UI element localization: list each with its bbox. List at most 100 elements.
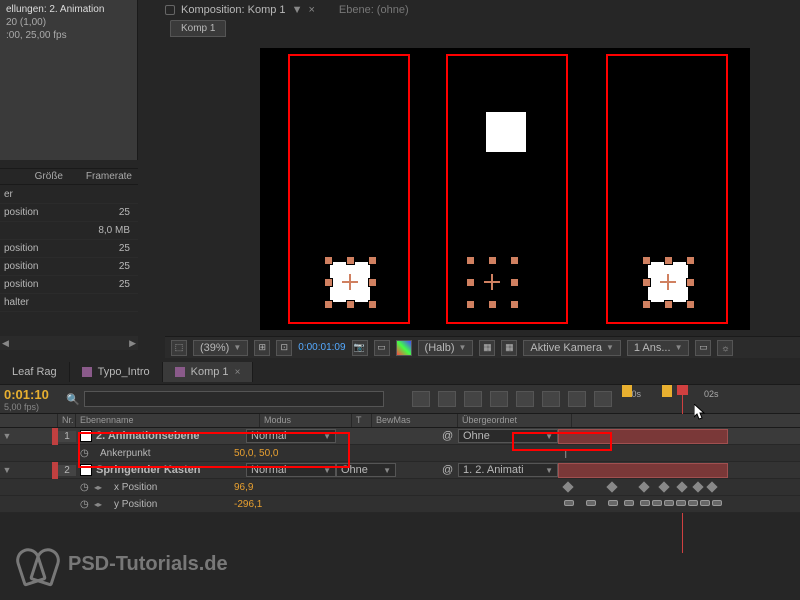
layer-bar[interactable] bbox=[558, 463, 728, 478]
timeline-tab-active[interactable]: Komp 1× bbox=[163, 362, 254, 382]
keyframe[interactable] bbox=[638, 481, 649, 492]
tab-composition[interactable]: Komposition: Komp 1 ▼ × bbox=[165, 4, 315, 16]
col-name[interactable]: Ebenenname bbox=[76, 414, 260, 427]
keyframe[interactable] bbox=[688, 500, 698, 506]
search-input[interactable] bbox=[84, 391, 384, 407]
stopwatch-icon[interactable]: ◷ bbox=[80, 482, 94, 493]
current-time[interactable]: 0:00:01:09 bbox=[298, 342, 345, 353]
assets-list: er position25 8,0 MB position25 position… bbox=[0, 186, 138, 312]
timeline-tab[interactable]: Leaf Rag bbox=[0, 362, 70, 382]
shape-white-top bbox=[486, 112, 526, 152]
comp-subtab[interactable]: Komp 1 bbox=[170, 20, 226, 37]
resolution-select[interactable]: (Halb)▼ bbox=[418, 340, 474, 356]
pixel-aspect-icon[interactable]: ▭ bbox=[695, 340, 711, 356]
grid-icon[interactable]: ⊞ bbox=[254, 340, 270, 356]
timeline-timecode[interactable]: 0:01:10 5,00 fps) bbox=[0, 385, 60, 413]
keyframe[interactable] bbox=[676, 481, 687, 492]
exposure-icon[interactable]: ☼ bbox=[717, 340, 733, 356]
project-meta1: 20 (1,00) bbox=[6, 17, 131, 28]
kf-nav-icon[interactable]: ◂▸ bbox=[94, 483, 108, 492]
col-size[interactable]: Größe bbox=[0, 168, 69, 185]
lock-icon bbox=[165, 5, 175, 15]
snapshot-icon[interactable]: 📷 bbox=[352, 340, 368, 356]
col-trkmat[interactable]: BewMas bbox=[372, 414, 458, 427]
comp-icon bbox=[175, 367, 185, 377]
pickwhip-icon[interactable]: @ bbox=[442, 464, 458, 476]
zoom-select[interactable]: (39%)▼ bbox=[193, 340, 248, 356]
tl-icon[interactable] bbox=[464, 391, 482, 407]
region-icon[interactable]: ▭ bbox=[374, 340, 390, 356]
property-value[interactable]: -296,1 bbox=[234, 499, 324, 510]
scroll-right-icon[interactable]: ▶ bbox=[129, 338, 136, 349]
expand-icon[interactable]: ▼ bbox=[0, 465, 14, 475]
keyframe[interactable] bbox=[606, 481, 617, 492]
time-ruler[interactable]: :00s 02s bbox=[620, 385, 800, 413]
property-row[interactable]: ◷ ◂▸ y Position -296,1 bbox=[0, 496, 800, 513]
keyframe[interactable] bbox=[586, 500, 596, 506]
asset-row[interactable]: position25 bbox=[0, 240, 138, 258]
keyframe[interactable] bbox=[700, 500, 710, 506]
keyframe[interactable] bbox=[564, 500, 574, 506]
tl-icon[interactable] bbox=[568, 391, 586, 407]
col-nr[interactable]: Nr. bbox=[58, 414, 76, 427]
project-meta2: :00, 25,00 fps bbox=[6, 30, 131, 41]
pickwhip-icon[interactable]: @ bbox=[442, 430, 458, 442]
guides-icon[interactable]: ⊡ bbox=[276, 340, 292, 356]
tl-icon[interactable] bbox=[516, 391, 534, 407]
work-area-end[interactable] bbox=[662, 385, 672, 397]
tl-icon[interactable] bbox=[594, 391, 612, 407]
work-area-start[interactable] bbox=[622, 385, 632, 397]
channel-icon[interactable] bbox=[396, 340, 412, 356]
views-select[interactable]: 1 Ans...▼ bbox=[627, 340, 690, 356]
assets-header: Größe Framerate bbox=[0, 168, 138, 185]
kf-nav-icon[interactable]: ◂▸ bbox=[94, 500, 108, 509]
asset-row[interactable]: position25 bbox=[0, 204, 138, 222]
timeline-tabs: Leaf Rag Typo_Intro Komp 1× bbox=[0, 362, 253, 382]
expand-icon[interactable]: ▼ bbox=[0, 431, 14, 441]
viewer-controls: ⬚ (39%)▼ ⊞ ⊡ 0:00:01:09 📷 ▭ (Halb)▼ ▦ ▦ … bbox=[165, 336, 800, 358]
tab-layer[interactable]: Ebene: (ohne) bbox=[339, 4, 409, 16]
property-value[interactable]: 96,9 bbox=[234, 482, 324, 493]
tl-icon[interactable] bbox=[490, 391, 508, 407]
camera-select[interactable]: Aktive Kamera▼ bbox=[523, 340, 620, 356]
keyframe[interactable] bbox=[706, 481, 717, 492]
stopwatch-icon[interactable]: ◷ bbox=[80, 499, 94, 510]
project-panel: ellungen: 2. Animation 20 (1,00) :00, 25… bbox=[0, 0, 138, 160]
composition-viewer[interactable] bbox=[260, 48, 750, 330]
scroll-left-icon[interactable]: ◀ bbox=[2, 338, 9, 349]
property-row[interactable]: ◷ ◂▸ x Position 96,9 bbox=[0, 479, 800, 496]
keyframe[interactable] bbox=[658, 481, 669, 492]
keyframe[interactable] bbox=[562, 481, 573, 492]
keyframe[interactable] bbox=[676, 500, 686, 506]
transparent-bg-icon[interactable]: ⬚ bbox=[171, 340, 187, 356]
col-fps[interactable]: Framerate bbox=[69, 168, 138, 185]
col-parent[interactable]: Übergeordnet bbox=[458, 414, 572, 427]
keyframe[interactable] bbox=[712, 500, 722, 506]
asset-row[interactable]: position25 bbox=[0, 276, 138, 294]
col-t[interactable]: T bbox=[352, 414, 372, 427]
timeline-toggle-icon[interactable]: ▦ bbox=[501, 340, 517, 356]
asset-row[interactable]: 8,0 MB bbox=[0, 222, 138, 240]
chevron-down-icon[interactable]: ▼ bbox=[292, 4, 303, 16]
tl-icon[interactable] bbox=[542, 391, 560, 407]
close-icon[interactable]: × bbox=[235, 367, 241, 378]
asset-row[interactable]: halter bbox=[0, 294, 138, 312]
close-icon[interactable]: × bbox=[308, 4, 314, 16]
tl-icon[interactable] bbox=[438, 391, 456, 407]
keyframe[interactable] bbox=[652, 500, 662, 506]
keyframe[interactable] bbox=[664, 500, 674, 506]
keyframe[interactable] bbox=[640, 500, 650, 506]
asset-row[interactable]: er bbox=[0, 186, 138, 204]
keyframe[interactable] bbox=[692, 481, 703, 492]
timeline-tab[interactable]: Typo_Intro bbox=[70, 362, 163, 382]
comp-frame-2 bbox=[446, 54, 568, 324]
project-scrollbar[interactable]: ◀ ▶ bbox=[0, 336, 138, 350]
keyframe[interactable] bbox=[608, 500, 618, 506]
col-mode[interactable]: Modus bbox=[260, 414, 352, 427]
fast-preview-icon[interactable]: ▦ bbox=[479, 340, 495, 356]
asset-row[interactable]: position25 bbox=[0, 258, 138, 276]
layer-number: 1 bbox=[58, 431, 76, 442]
tl-icon[interactable] bbox=[412, 391, 430, 407]
keyframe[interactable] bbox=[624, 500, 634, 506]
parent-select[interactable]: 1. 2. Animati▼ bbox=[458, 463, 558, 477]
